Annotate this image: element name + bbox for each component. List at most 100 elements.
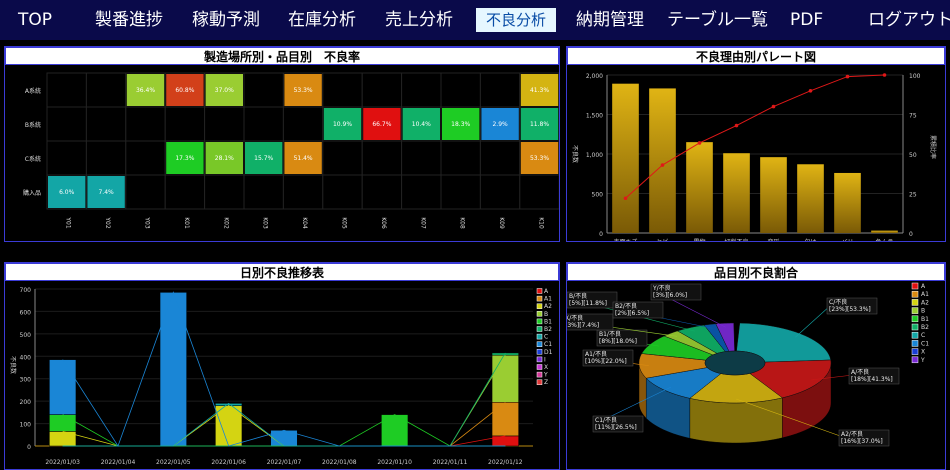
pie-callout-name: B/不良 — [569, 292, 587, 300]
daily-legend-label: B2 — [544, 326, 552, 333]
daily-xtick: 2022/01/04 — [101, 459, 136, 466]
pareto-chart: 0 500 1,000 1,500 2,000 0 25 50 75 100 不良数 累積比率表面キズ… — [571, 73, 937, 241]
heatmap-col-label: K03 — [262, 217, 269, 229]
heatmap-grid-cell — [125, 106, 166, 142]
pie-callout-value: [2%][6.5%] — [615, 310, 649, 317]
daily-series-line — [62, 291, 506, 447]
daily-panel: 日別不良推移表 0 100 200 300 400 500 600 700 不良数 2022/01… — [4, 262, 560, 470]
pie-callout-name: B1/不良 — [599, 330, 621, 338]
pareto-ytick: 0 — [599, 231, 603, 238]
heatmap-grid-cell — [401, 174, 442, 210]
heatmap-grid-cell — [85, 140, 127, 176]
daily-legend-label: B1 — [544, 318, 552, 325]
heatmap-col-label: K01 — [183, 217, 190, 229]
daily-legend-label: D1 — [544, 349, 553, 356]
heatmap-col-label: K07 — [419, 217, 426, 229]
heatmap-row-label: A系統 — [25, 87, 41, 95]
pie-callout-line — [795, 304, 832, 338]
nav-table-list[interactable]: テーブル一覧 — [667, 6, 768, 34]
pie-legend-swatch — [911, 323, 919, 331]
heatmap-grid-cell — [164, 174, 206, 210]
pareto-cumulative-point — [660, 163, 665, 167]
nav-delivery-management[interactable]: 納期管理 — [576, 6, 644, 34]
heatmap-col-label: K04 — [301, 217, 308, 229]
pie-legend-swatch — [911, 340, 919, 347]
heatmap-col-label: Y02 — [104, 216, 111, 228]
pareto-xtick: 切削不良 — [724, 238, 748, 241]
daily-legend-label: C1 — [544, 341, 552, 348]
daily-ylabel: 不良数 — [9, 356, 17, 374]
daily-xtick: 2022/01/12 — [488, 459, 523, 466]
pareto-cumulative-point — [623, 196, 628, 201]
pie-callout-value: [3%][7.4%] — [567, 322, 599, 329]
pie-legend-swatch — [911, 299, 919, 306]
daily-legend-swatch — [536, 356, 543, 363]
pareto-cumulative-point — [697, 141, 702, 145]
pareto-ytick: 500 — [592, 192, 604, 199]
daily-ytick: 200 — [20, 399, 32, 406]
pie-callout-value: [11%][26.5%] — [595, 424, 637, 431]
daily-legend-swatch — [536, 326, 543, 332]
pareto-cumulative-point — [771, 104, 776, 109]
pareto-bar — [834, 172, 861, 233]
pie-legend-label: Y — [920, 357, 925, 364]
heatmap-cell-label: 11.8% — [530, 121, 549, 128]
pie-callout-name: X/不良 — [567, 314, 583, 322]
pareto-y2tick: 100 — [909, 73, 921, 80]
heatmap-row-label: 購入品 — [23, 189, 41, 197]
heatmap-chart: A系統 B系統 C系統購入品 Y01 Y02 Y03 K01 K02 K03 K04 K05 K06 K… — [23, 72, 559, 229]
daily-bar-segment — [159, 292, 187, 447]
nav-pdf[interactable]: PDF — [790, 6, 823, 34]
daily-legend-swatch — [536, 333, 543, 340]
nav-operation-forecast[interactable]: 稼動予測 — [192, 6, 260, 34]
pie-callout-name: B2/不良 — [615, 302, 637, 310]
heatmap-grid-cell — [322, 72, 363, 108]
pie-legend-label: B1 — [921, 316, 929, 323]
pie-callout-value: [8%][18.0%] — [599, 338, 637, 345]
pareto-cumulative-point — [845, 74, 850, 79]
daily-bar-segment — [49, 414, 77, 432]
nav-sales-analysis[interactable]: 売上分析 — [385, 6, 453, 34]
heatmap-grid-cell — [440, 140, 481, 176]
pareto-xtick: 異物 — [693, 238, 705, 241]
daily-legend-swatch — [536, 303, 543, 309]
heatmap-title: 製造場所別・品目別 不良率 — [5, 47, 559, 65]
daily-legend-label: A2 — [544, 303, 552, 310]
heatmap-grid-cell — [401, 140, 442, 176]
heatmap-grid-cell — [282, 174, 324, 210]
nav-logout[interactable]: ログアウト — [868, 6, 950, 34]
pie-callout-name: A2/不良 — [841, 430, 863, 438]
heatmap-grid-cell — [46, 106, 87, 142]
pareto-y2tick: 0 — [909, 231, 913, 238]
daily-legend-label: I — [544, 356, 546, 363]
daily-ytick: 0 — [27, 444, 31, 451]
nav-top[interactable]: TOP — [18, 6, 52, 34]
daily-bar-segment — [381, 414, 409, 447]
heatmap-grid-cell — [204, 106, 245, 142]
daily-bar-segment — [491, 402, 519, 437]
heatmap-cell-label: 53.3% — [294, 87, 313, 94]
heatmap-col-label: K06 — [380, 217, 387, 229]
heatmap-grid-cell — [322, 174, 363, 210]
heatmap-grid-cell — [479, 72, 521, 108]
daily-bar-segment — [49, 359, 77, 415]
heatmap-cell-label: 18.3% — [451, 121, 470, 128]
pie-hole — [704, 350, 766, 376]
pie-legend-swatch — [911, 315, 919, 323]
nav-inventory-analysis[interactable]: 在庫分析 — [288, 6, 356, 34]
heatmap-cell-label: 2.9% — [492, 121, 508, 128]
pareto-xtick: 変形 — [767, 238, 779, 241]
pie-callout-value: [5%][11.8%] — [569, 300, 607, 307]
heatmap-col-label: K05 — [341, 217, 348, 229]
heatmap-grid-cell — [243, 106, 284, 142]
heatmap-grid-cell — [164, 106, 206, 142]
heatmap-grid-cell — [479, 140, 521, 176]
nav-defect-analysis[interactable]: 不良分析 — [476, 8, 557, 32]
pareto-bar — [760, 157, 787, 233]
heatmap-cell-label: 17.3% — [175, 155, 194, 162]
pareto-y2tick: 50 — [909, 152, 917, 159]
heatmap-grid-cell — [204, 174, 245, 210]
nav-seiban-progress[interactable]: 製番進捗 — [95, 6, 163, 34]
daily-bar-segment — [491, 354, 519, 403]
daily-legend-swatch — [536, 371, 543, 378]
